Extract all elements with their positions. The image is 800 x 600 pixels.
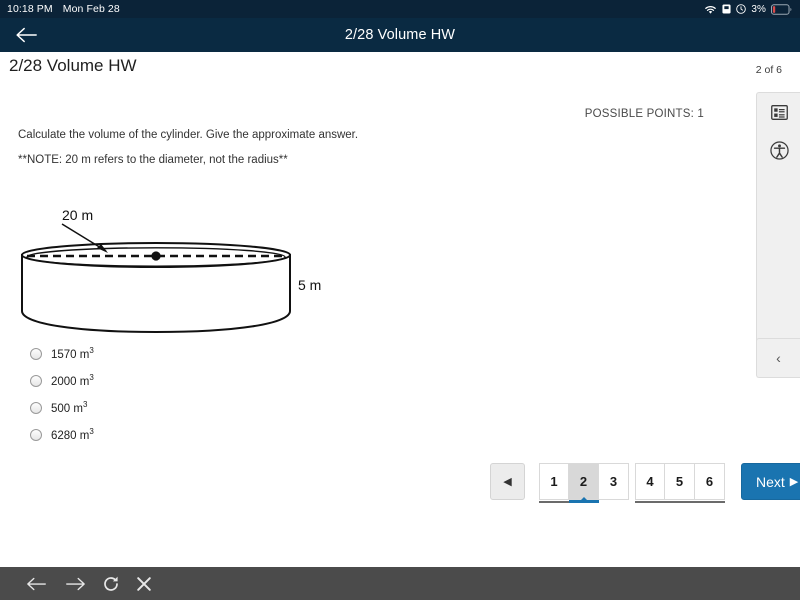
pagination-underline-b	[635, 501, 725, 503]
answer-choice-1[interactable]: 1570 m3	[30, 340, 330, 367]
height-label: 5 m	[298, 277, 321, 293]
radio-button-1[interactable]	[30, 347, 42, 360]
back-icon	[27, 577, 46, 590]
cylinder-figure: 20 m 5 m	[0, 198, 360, 343]
browser-back-button[interactable]	[26, 576, 48, 592]
close-icon	[137, 576, 151, 591]
question-list-icon	[770, 104, 788, 120]
app-title: 2/28 Volume HW	[344, 27, 456, 43]
accessibility-icon	[769, 140, 789, 160]
answer-choice-3[interactable]: 500 m3	[30, 394, 330, 421]
pagination-page-4[interactable]: 4	[635, 463, 665, 500]
app-header-bar: 2/28 Volume HW	[0, 18, 800, 52]
pagination-page-2-label: 2	[579, 474, 588, 489]
os-status-bar: 10:18 PM Mon Feb 28 3%	[0, 0, 800, 18]
answer-choice-label-1: 1570 m3	[51, 346, 94, 361]
clock-icon	[736, 4, 747, 14]
page-title: 2/28 Volume HW	[9, 56, 137, 75]
pagination-page-5[interactable]: 5	[665, 463, 695, 500]
answer-choice-label-2: 2000 m3	[51, 373, 94, 388]
reload-icon	[104, 576, 118, 591]
rail-collapse-button[interactable]: ‹	[756, 338, 800, 378]
answer-choice-2[interactable]: 2000 m3	[30, 367, 330, 394]
center-point	[151, 251, 161, 261]
diameter-label: 20 m	[62, 207, 93, 223]
cylinder-diagram-svg: 20 m 5 m	[21, 207, 321, 334]
radio-button-3[interactable]	[30, 401, 42, 414]
back-arrow-icon	[16, 27, 37, 43]
header-back-button[interactable]	[0, 26, 52, 44]
browser-reload-button[interactable]	[102, 575, 120, 593]
forward-icon	[66, 577, 85, 590]
status-date: Mon Feb 28	[62, 3, 120, 15]
answer-choice-4[interactable]: 6280 m3	[30, 421, 330, 448]
question-prompt: Calculate the volume of the cylinder. Gi…	[18, 129, 359, 141]
wifi-icon	[704, 4, 717, 15]
question-counter: 2 of 6	[755, 64, 782, 76]
possible-points-label: POSSIBLE POINTS: 1	[584, 108, 704, 120]
pagination-prev-button[interactable]: ◀	[490, 463, 525, 500]
page-heading-area: 2/28 Volume HW 2 of 6	[0, 52, 800, 86]
answer-choice-label-4: 6280 m3	[51, 427, 94, 442]
radio-button-4[interactable]	[30, 428, 42, 441]
browser-forward-button[interactable]	[64, 576, 86, 592]
pagination-group-a: 1 2 3	[539, 463, 629, 503]
battery-icon	[771, 3, 792, 15]
battery-percent: 3%	[751, 3, 766, 15]
sim-icon	[722, 4, 731, 14]
next-button-label: Next	[756, 473, 785, 490]
pagination-page-1[interactable]: 1	[539, 463, 569, 500]
radio-button-2[interactable]	[30, 374, 42, 387]
accessibility-button[interactable]	[757, 131, 800, 169]
answer-choice-list: 1570 m3 2000 m3 500 m3 6280 m3	[30, 340, 330, 448]
pagination-group-b: 4 5 6	[635, 463, 725, 503]
status-bar-right: 3%	[704, 4, 800, 15]
pagination-page-3[interactable]: 3	[599, 463, 629, 500]
status-time: 10:18 PM	[7, 3, 53, 15]
pagination: ◀ 1 2 3 4 5 6 Next ▶	[490, 463, 800, 503]
browser-stop-button[interactable]	[136, 576, 152, 592]
pagination-page-6[interactable]: 6	[695, 463, 725, 500]
pagination-active-underline	[569, 500, 599, 503]
app-root: 10:18 PM Mon Feb 28 3% 2/28 Volume HW 2/…	[0, 0, 800, 600]
question-note: **NOTE: 20 m refers to the diameter, not…	[18, 154, 288, 166]
tools-rail	[756, 92, 800, 372]
browser-toolbar	[0, 567, 800, 600]
pagination-page-2[interactable]: 2	[569, 463, 599, 502]
answer-choice-label-3: 500 m3	[51, 400, 88, 415]
next-arrow-icon: ▶	[789, 476, 799, 488]
status-bar-left: 10:18 PM Mon Feb 28	[0, 3, 120, 15]
next-button[interactable]: Next ▶	[741, 463, 800, 500]
question-list-button[interactable]	[757, 93, 800, 131]
